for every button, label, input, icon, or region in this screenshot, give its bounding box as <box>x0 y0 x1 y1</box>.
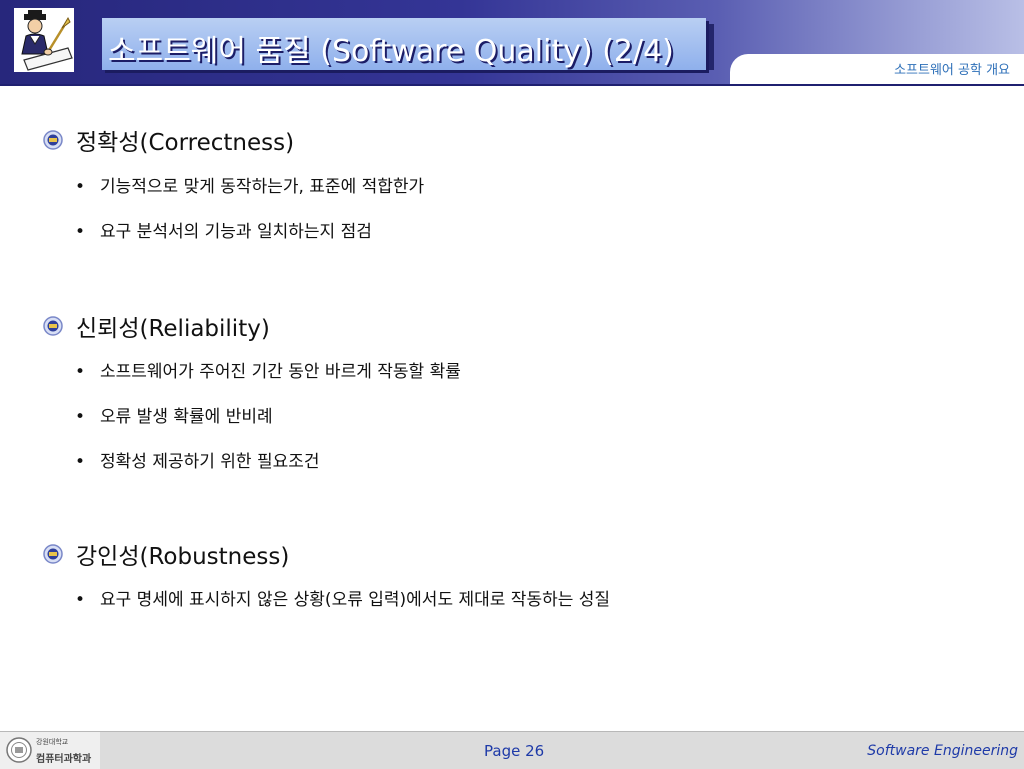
section-correctness: 정확성(Correctness) 기능적으로 맞게 동작하는가, 표준에 적합한… <box>42 125 424 255</box>
title-panel: 소프트웨어 품질 (Software Quality) (2/4) <box>102 18 714 70</box>
list-item: 요구 분석서의 기능과 일치하는지 점검 <box>42 210 424 255</box>
section-title: 강인성(Robustness) <box>76 544 290 570</box>
institution-name: 강원대학교 <box>36 738 69 746</box>
slide-subtitle: 소프트웨어 공학 개요 <box>894 63 1010 78</box>
section-robustness: 강인성(Robustness) 요구 명세에 표시하지 않은 상황(오류 입력)… <box>42 539 610 623</box>
section-heading: 신뢰성(Reliability) <box>42 311 461 342</box>
list-item: 요구 명세에 표시하지 않은 상황(오류 입력)에서도 제대로 작동하는 성질 <box>42 578 610 623</box>
slide-footer: 강원대학교 컴퓨터과학과 Page 26 Software Engineerin… <box>0 731 1024 769</box>
list-item: 소프트웨어가 주어진 기간 동안 바르게 작동할 확률 <box>42 350 461 395</box>
university-logo: 강원대학교 컴퓨터과학과 <box>0 732 100 769</box>
bullet-emblem-icon <box>43 130 63 150</box>
list-item: 오류 발생 확률에 반비례 <box>42 395 461 440</box>
writer-icon <box>14 8 74 72</box>
slide-header: 소프트웨어 품질 (Software Quality) (2/4) 소프트웨어 … <box>0 0 1024 84</box>
section-heading: 정확성(Correctness) <box>42 125 424 156</box>
scholar-clipart <box>14 8 74 72</box>
bullet-emblem-icon <box>43 316 63 336</box>
university-seal-icon <box>6 737 32 763</box>
bullet-list: 기능적으로 맞게 동작하는가, 표준에 적합한가 요구 분석서의 기능과 일치하… <box>42 165 424 255</box>
section-title: 신뢰성(Reliability) <box>76 316 270 342</box>
header-divider <box>0 84 1024 86</box>
bullet-list: 요구 명세에 표시하지 않은 상황(오류 입력)에서도 제대로 작동하는 성질 <box>42 578 610 623</box>
list-item: 정확성 제공하기 위한 필요조건 <box>42 440 461 485</box>
section-reliability: 신뢰성(Reliability) 소프트웨어가 주어진 기간 동안 바르게 작동… <box>42 311 461 485</box>
bullet-list: 소프트웨어가 주어진 기간 동안 바르게 작동할 확률 오류 발생 확률에 반비… <box>42 350 461 485</box>
section-heading: 강인성(Robustness) <box>42 539 610 570</box>
course-name: Software Engineering <box>867 743 1018 759</box>
section-title: 정확성(Correctness) <box>76 130 295 156</box>
bullet-emblem-icon <box>43 544 63 564</box>
list-item: 기능적으로 맞게 동작하는가, 표준에 적합한가 <box>42 165 424 210</box>
page-number: Page 26 <box>484 742 545 760</box>
slide-title: 소프트웨어 품질 (Software Quality) (2/4) <box>108 34 674 69</box>
department-name: 컴퓨터과학과 <box>36 754 92 765</box>
